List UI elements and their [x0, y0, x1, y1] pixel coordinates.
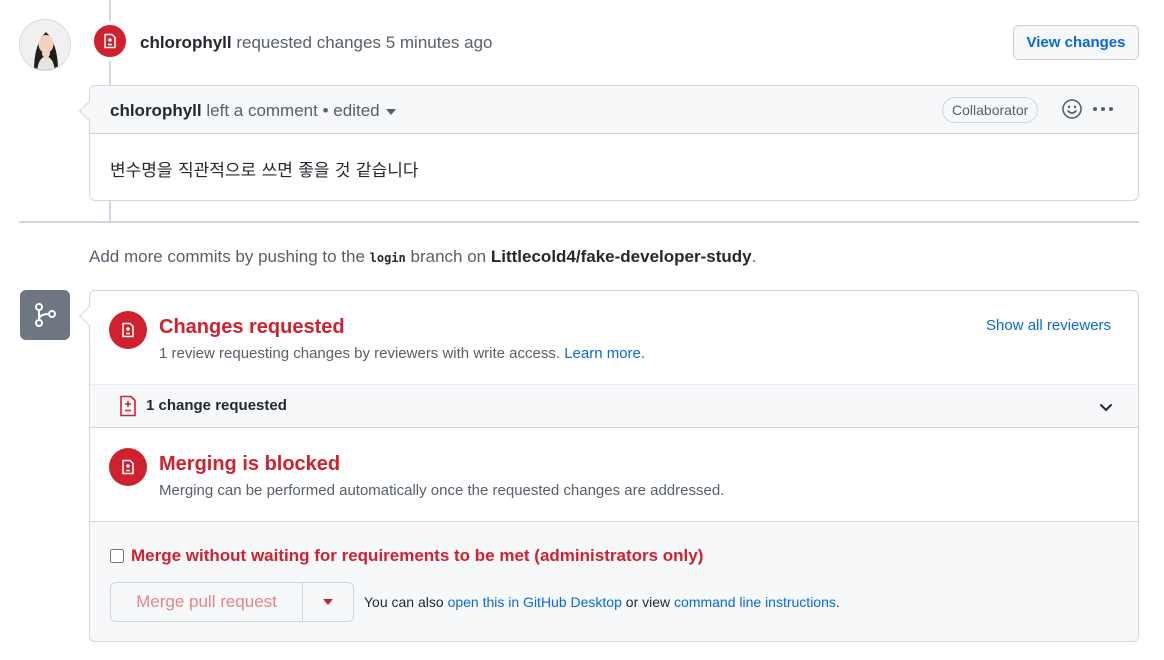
changes-requested-desc: 1 review requesting changes by reviewers…	[159, 345, 645, 362]
merge-button-group: Merge pull request	[110, 582, 354, 622]
alt-middle: or view	[625, 594, 671, 610]
show-all-reviewers-link[interactable]: Show all reviewers	[986, 317, 1111, 334]
caret-down-icon[interactable]	[385, 108, 396, 115]
chevron-down-icon[interactable]	[1098, 399, 1114, 420]
review-time[interactable]: 5 minutes ago	[386, 33, 493, 52]
file-diff-icon	[118, 395, 138, 422]
admin-merge-label[interactable]: Merge without waiting for requirements t…	[131, 546, 703, 566]
alt-prefix: You can also	[364, 594, 444, 610]
merging-blocked-status-icon	[109, 448, 147, 486]
merge-pull-request-button[interactable]: Merge pull request	[111, 583, 303, 621]
change-requested-row[interactable]: 1 change requested	[90, 384, 1138, 428]
comment-body: 변수명을 직관적으로 쓰면 좋을 것 같습니다	[110, 161, 419, 181]
merge-box-caret	[79, 306, 99, 326]
caret-down-icon[interactable]	[323, 599, 333, 605]
repo-link[interactable]: Littlecold4/fake-developer-study	[491, 247, 752, 266]
avatar[interactable]	[19, 19, 71, 71]
merge-method-dropdown[interactable]	[303, 583, 353, 621]
commit-hint: Add more commits by pushing to the login…	[89, 247, 756, 267]
github-desktop-link[interactable]: open this in GitHub Desktop	[448, 594, 622, 610]
edited-label[interactable]: edited	[333, 101, 379, 120]
file-diff-icon	[122, 459, 134, 475]
merge-box: Changes requested 1 review requesting ch…	[79, 290, 1139, 642]
alt-suffix: .	[835, 594, 840, 610]
smiley-icon[interactable]	[1061, 98, 1083, 125]
git-branch-icon	[20, 290, 70, 340]
kebab-icon[interactable]	[1091, 98, 1115, 124]
changes-requested-badge-icon	[91, 22, 129, 60]
review-comment: chlorophyll left a comment • edited Coll…	[79, 85, 1139, 201]
comment-header: chlorophyll left a comment • edited Coll…	[79, 86, 1138, 134]
admin-merge-checkbox[interactable]	[110, 549, 124, 563]
file-diff-icon	[104, 33, 116, 49]
changes-requested-title: Changes requested	[159, 316, 345, 338]
command-line-link[interactable]: command line instructions	[674, 594, 836, 610]
commit-hint-prefix: Add more commits by pushing to the	[89, 247, 365, 266]
comment-meta: chlorophyll left a comment • edited	[110, 101, 396, 121]
merging-blocked-title: Merging is blocked	[159, 453, 341, 475]
timeline-divider	[19, 221, 1139, 223]
commit-hint-suffix: .	[751, 247, 757, 266]
edited-dropdown[interactable]: edited	[333, 101, 396, 120]
comment-author-link[interactable]: chlorophyll	[110, 101, 202, 120]
file-diff-icon	[122, 322, 134, 338]
comment-caret	[79, 101, 99, 121]
collaborator-badge: Collaborator	[942, 97, 1039, 123]
branch-name: login	[369, 251, 406, 265]
comment-left-text: left a comment	[206, 101, 318, 120]
review-author-link[interactable]: chlorophyll	[140, 33, 232, 52]
admin-merge-row: Merge without waiting for requirements t…	[110, 546, 703, 566]
merge-action-section: Merge without waiting for requirements t…	[90, 521, 1138, 641]
changes-requested-desc-text: 1 review requesting changes by reviewers…	[159, 345, 561, 362]
change-requested-label[interactable]: 1 change requested	[146, 397, 287, 414]
alternative-merge-text: You can also open this in GitHub Desktop…	[364, 594, 840, 610]
learn-more-link[interactable]: Learn more.	[564, 345, 645, 362]
comment-separator: •	[322, 101, 329, 120]
commit-hint-middle: branch on	[410, 247, 487, 266]
merging-blocked-desc: Merging can be performed automatically o…	[159, 482, 725, 499]
changes-requested-status-icon	[109, 311, 147, 349]
review-action: requested changes	[236, 33, 381, 52]
view-changes-button[interactable]: View changes	[1013, 25, 1139, 60]
review-event-line: chlorophyll requested changes 5 minutes …	[140, 33, 493, 53]
